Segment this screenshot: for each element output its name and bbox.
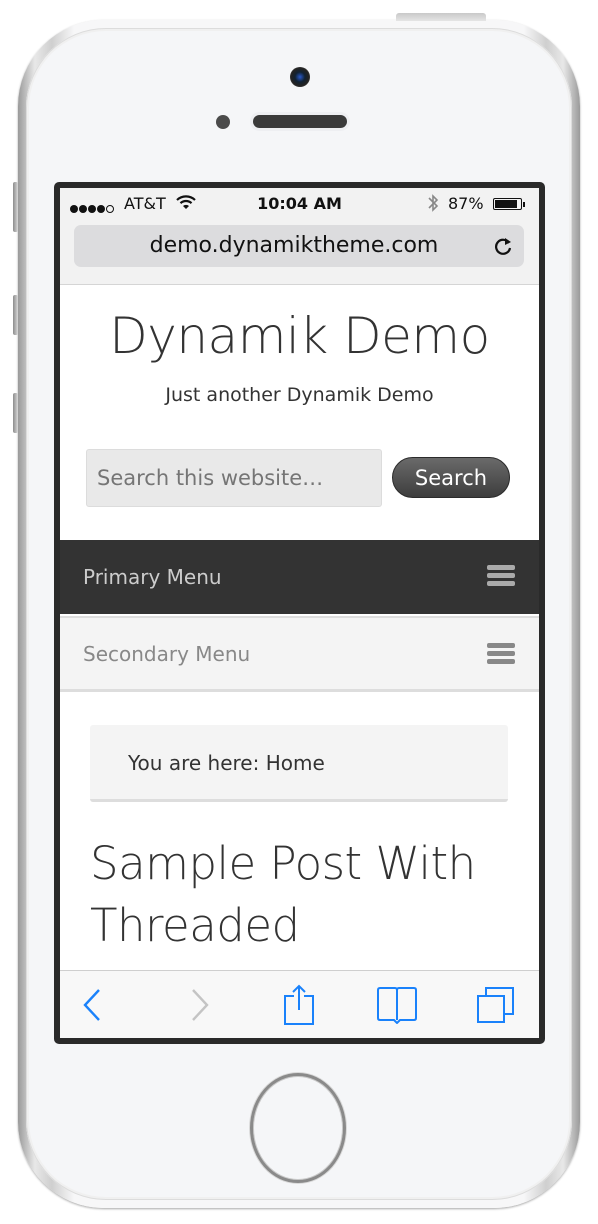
screen: AT&T 10:04 AM 87% demo.dynamiktheme.com — [60, 188, 539, 1038]
share-button[interactable] — [277, 983, 321, 1027]
volume-down-button — [13, 393, 18, 433]
site-header: Dynamik Demo Just another Dynamik Demo S… — [60, 285, 539, 539]
home-button-icon[interactable] — [250, 1073, 346, 1183]
bluetooth-icon — [426, 193, 440, 217]
primary-menu-label: Primary Menu — [83, 565, 222, 589]
battery-percent: 87% — [448, 194, 484, 213]
battery-tip — [523, 202, 525, 207]
tabs-icon — [477, 987, 514, 1023]
tabs-button[interactable] — [474, 983, 518, 1027]
primary-menu[interactable]: Primary Menu — [60, 540, 539, 614]
site-description: Just another Dynamik Demo — [165, 384, 434, 406]
proximity-sensor-icon — [216, 115, 230, 129]
forward-icon — [192, 989, 209, 1021]
bookmarks-button[interactable] — [375, 983, 419, 1027]
site-title[interactable]: Dynamik Demo — [60, 307, 539, 365]
post-title[interactable]: Sample Post With Threaded — [90, 833, 520, 957]
browser-toolbar — [60, 970, 539, 1038]
volume-up-button — [13, 295, 18, 335]
camera-icon — [290, 67, 310, 87]
back-icon — [83, 989, 100, 1021]
bookmarks-icon — [377, 987, 417, 1024]
search-button[interactable]: Search — [392, 457, 510, 498]
browser-chrome: AT&T 10:04 AM 87% demo.dynamiktheme.com — [60, 188, 539, 285]
breadcrumb: You are here: Home — [90, 725, 508, 802]
power-button — [396, 13, 486, 21]
share-icon — [284, 984, 314, 1025]
status-bar: AT&T 10:04 AM 87% — [60, 188, 539, 220]
speaker-grille-icon — [253, 115, 347, 128]
secondary-menu[interactable]: Secondary Menu — [60, 616, 539, 692]
mute-switch — [13, 182, 18, 232]
search-input[interactable] — [86, 449, 382, 507]
back-button[interactable] — [71, 983, 115, 1027]
battery-icon — [493, 198, 522, 210]
forward-button[interactable] — [177, 983, 221, 1027]
url-text[interactable]: demo.dynamiktheme.com — [74, 225, 494, 267]
hamburger-menu-icon[interactable] — [487, 565, 515, 587]
main-content: You are here: Home Sample Post With Thre… — [60, 693, 539, 973]
reload-icon[interactable] — [492, 235, 514, 257]
hamburger-menu-icon[interactable] — [487, 643, 515, 665]
breadcrumb-text: You are here: Home — [128, 751, 325, 775]
address-bar[interactable]: demo.dynamiktheme.com — [74, 225, 524, 267]
secondary-menu-label: Secondary Menu — [83, 642, 251, 666]
